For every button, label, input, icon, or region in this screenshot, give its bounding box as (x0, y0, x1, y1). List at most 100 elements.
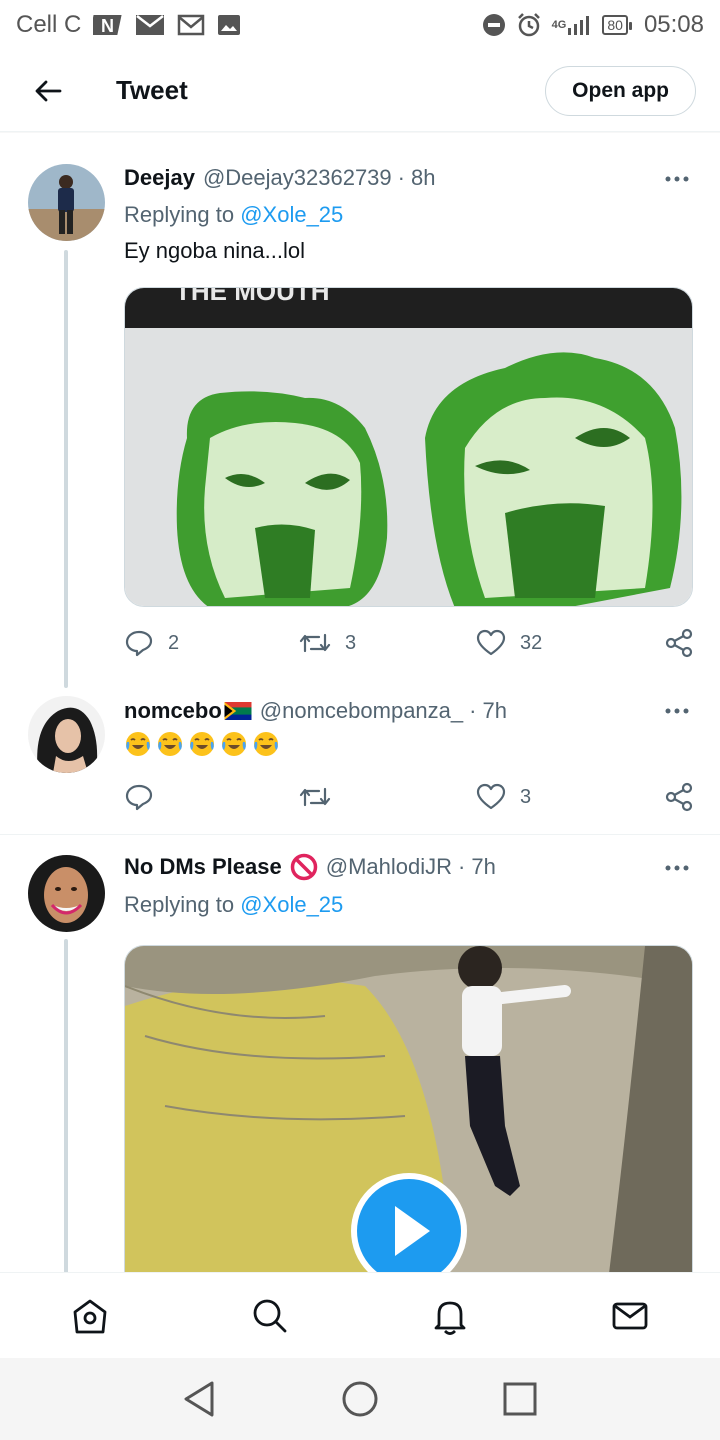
n-app-icon: N (93, 13, 123, 37)
mention-link[interactable]: @Xole_25 (240, 202, 343, 227)
back-triangle-icon (184, 1381, 214, 1417)
reply-button[interactable] (124, 777, 154, 817)
retweet-icon (299, 633, 331, 653)
nav-search[interactable] (240, 1286, 300, 1346)
retweet-button[interactable] (299, 777, 331, 817)
retweet-button[interactable]: 3 (299, 623, 356, 663)
more-icon (665, 865, 689, 871)
battery-indicator: 80 (602, 15, 632, 35)
separator-dot: · (397, 165, 405, 190)
gallery-icon (217, 14, 241, 36)
system-recents-button[interactable] (490, 1369, 550, 1429)
tweet-header: nomcebo @nomcebompanza_ · 7h (124, 698, 507, 724)
tears-of-joy-emoji-icon (158, 732, 182, 756)
search-icon (253, 1299, 287, 1332)
separator-dot: · (469, 698, 477, 723)
replying-to: Replying to @Xole_25 (124, 892, 343, 918)
tears-of-joy-emoji-icon (126, 732, 150, 756)
nav-messages[interactable] (600, 1286, 660, 1346)
page-title: Tweet (116, 75, 188, 105)
tweet-actions: 3 (124, 777, 694, 817)
reply-count: 2 (168, 631, 180, 654)
username[interactable]: @Deejay32362739 (203, 165, 392, 191)
timestamp[interactable]: 8h (411, 165, 435, 191)
timestamp[interactable]: 7h (471, 854, 495, 880)
avatar[interactable] (28, 696, 105, 773)
mail-icon (612, 1302, 648, 1329)
display-name[interactable]: nomcebo (124, 698, 222, 724)
more-options-button[interactable] (662, 164, 692, 194)
tears-of-joy-emoji-icon (222, 732, 246, 756)
replying-prefix: Replying to (124, 202, 235, 227)
reply-button[interactable]: 2 (124, 623, 179, 663)
signal-icon: 4G (552, 14, 593, 36)
clock: 05:08 (643, 11, 704, 38)
tears-of-joy-emoji-icon (190, 732, 214, 756)
heart-icon (476, 783, 506, 810)
media-caption: THE MOUTH (175, 288, 330, 306)
tweet-video[interactable] (124, 945, 693, 1272)
network-type: 4G (551, 19, 567, 31)
display-name[interactable]: Deejay (124, 165, 195, 191)
more-options-button[interactable] (662, 853, 692, 883)
replying-prefix: Replying to (124, 892, 235, 917)
share-button[interactable] (664, 623, 694, 663)
home-icon (73, 1299, 107, 1333)
avatar[interactable] (28, 164, 105, 241)
replying-to: Replying to @Xole_25 (124, 202, 343, 228)
bottom-nav (0, 1272, 720, 1358)
system-nav-bar (0, 1358, 720, 1440)
tweet-mahlodi[interactable]: No DMs Please @MahlodiJR · 7h Replying t… (0, 835, 720, 1272)
do-not-disturb-icon (482, 13, 506, 37)
open-app-button[interactable]: Open app (545, 65, 696, 116)
prohibited-icon (290, 853, 317, 881)
tweet-header: Deejay @Deejay32362739 · 8h (124, 165, 435, 191)
top-nav: Tweet Open app (0, 50, 720, 132)
south-africa-flag-icon (224, 702, 252, 720)
thread-line (64, 939, 68, 1272)
retweet-count: 3 (345, 631, 357, 654)
like-button[interactable]: 32 (476, 623, 542, 663)
carrier-label: Cell C (16, 11, 82, 38)
tweet-header: No DMs Please @MahlodiJR · 7h (124, 853, 496, 881)
status-bar: Cell C N 4G 80 05:08 (0, 0, 720, 50)
mail-notification-icon (135, 14, 165, 36)
gmail-icon (177, 14, 205, 36)
reply-icon (125, 784, 153, 811)
username[interactable]: @MahlodiJR (326, 854, 452, 880)
svg-text:N: N (101, 16, 114, 36)
back-button[interactable] (20, 63, 76, 119)
like-button[interactable]: 3 (476, 777, 531, 817)
more-icon (665, 176, 689, 182)
thread-line (64, 250, 68, 688)
reply-icon (125, 630, 153, 657)
bell-icon (434, 1301, 466, 1335)
nav-notifications[interactable] (420, 1286, 480, 1346)
nav-home[interactable] (60, 1286, 120, 1346)
tweet-text: Ey ngoba nina...lol (124, 238, 306, 263)
display-name[interactable]: No DMs Please (124, 854, 282, 880)
tweet-actions: 2 3 32 (124, 623, 694, 663)
timestamp[interactable]: 7h (482, 698, 506, 724)
like-count: 3 (520, 785, 532, 808)
home-circle-icon (342, 1381, 378, 1417)
retweet-icon (299, 787, 331, 807)
share-button[interactable] (664, 777, 694, 817)
alarm-icon (516, 12, 542, 38)
mention-link[interactable]: @Xole_25 (240, 892, 343, 917)
share-icon (665, 628, 693, 658)
tears-of-joy-emoji-icon (254, 732, 278, 756)
tweet-nomcebo[interactable]: nomcebo @nomcebompanza_ · 7h 3 (0, 688, 720, 834)
system-back-button[interactable] (170, 1369, 230, 1429)
tweet-image[interactable]: THE MOUTH (124, 287, 693, 607)
recents-square-icon (503, 1382, 537, 1416)
tweet-deejay[interactable]: Deejay @Deejay32362739 · 8h Replying to … (0, 150, 720, 688)
system-home-button[interactable] (330, 1369, 390, 1429)
more-options-button[interactable] (662, 696, 692, 726)
separator-dot: · (458, 854, 466, 879)
avatar[interactable] (28, 855, 105, 932)
username[interactable]: @nomcebompanza_ (260, 698, 463, 724)
heart-icon (476, 629, 506, 656)
more-icon (665, 708, 689, 714)
arrow-left-icon (35, 80, 62, 101)
